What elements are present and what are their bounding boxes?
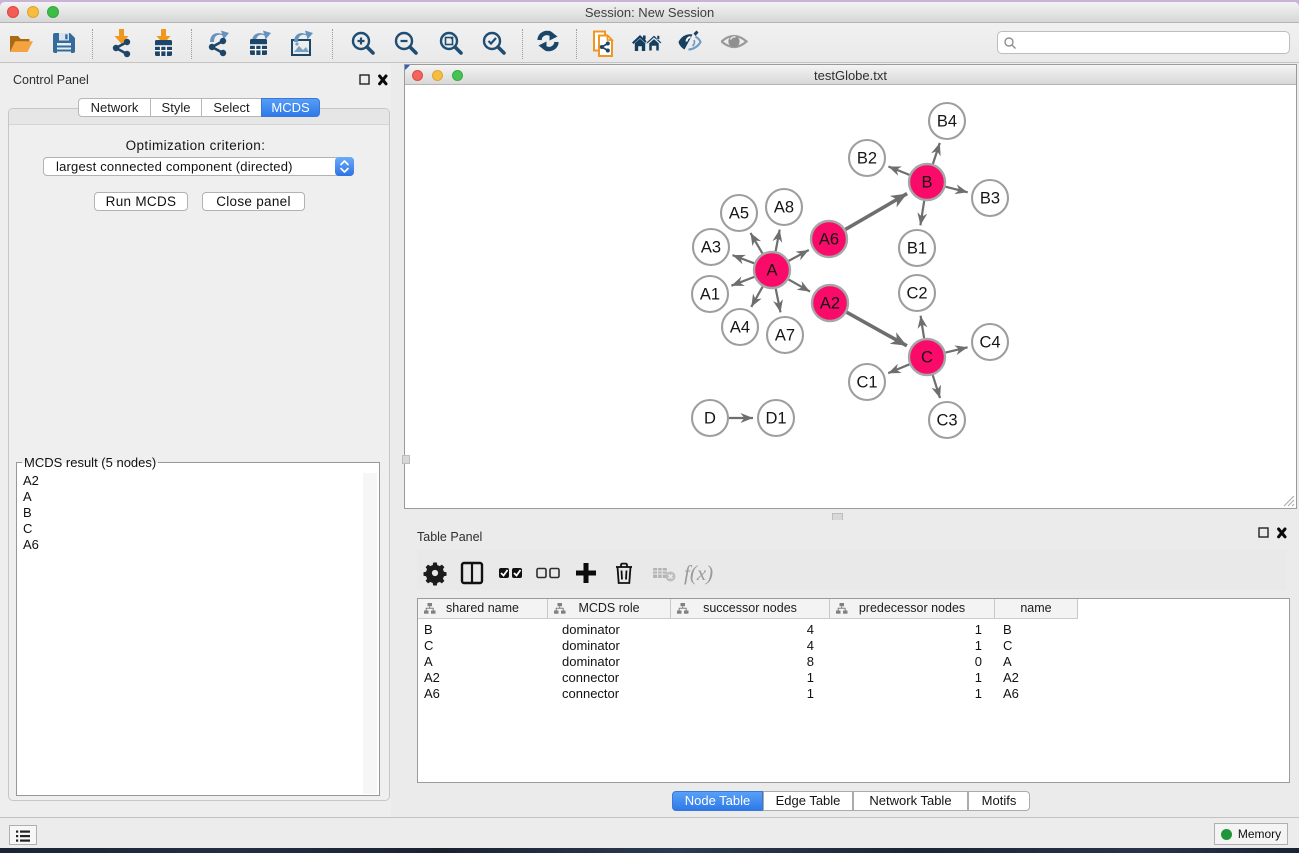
svg-text:C1: C1 [856, 374, 877, 392]
svg-text:C3: C3 [936, 412, 957, 430]
svg-text:B1: B1 [907, 240, 927, 258]
svg-text:A1: A1 [700, 286, 720, 304]
svg-text:A7: A7 [775, 327, 795, 345]
svg-text:A5: A5 [729, 205, 749, 223]
svg-text:D: D [704, 410, 716, 428]
svg-text:B: B [921, 174, 932, 192]
svg-text:D1: D1 [765, 410, 786, 428]
svg-text:B2: B2 [857, 150, 877, 168]
svg-text:A8: A8 [774, 199, 794, 217]
svg-text:C4: C4 [979, 334, 1000, 352]
svg-text:B3: B3 [980, 190, 1000, 208]
svg-text:A6: A6 [819, 231, 839, 249]
svg-text:A3: A3 [701, 239, 721, 257]
svg-text:f(x): f(x) [684, 561, 713, 585]
svg-text:A2: A2 [820, 295, 840, 313]
svg-text:C2: C2 [906, 285, 927, 303]
svg-text:A4: A4 [730, 319, 750, 337]
svg-text:A: A [766, 262, 777, 280]
svg-text:B4: B4 [937, 113, 957, 131]
svg-text:C: C [921, 349, 933, 367]
